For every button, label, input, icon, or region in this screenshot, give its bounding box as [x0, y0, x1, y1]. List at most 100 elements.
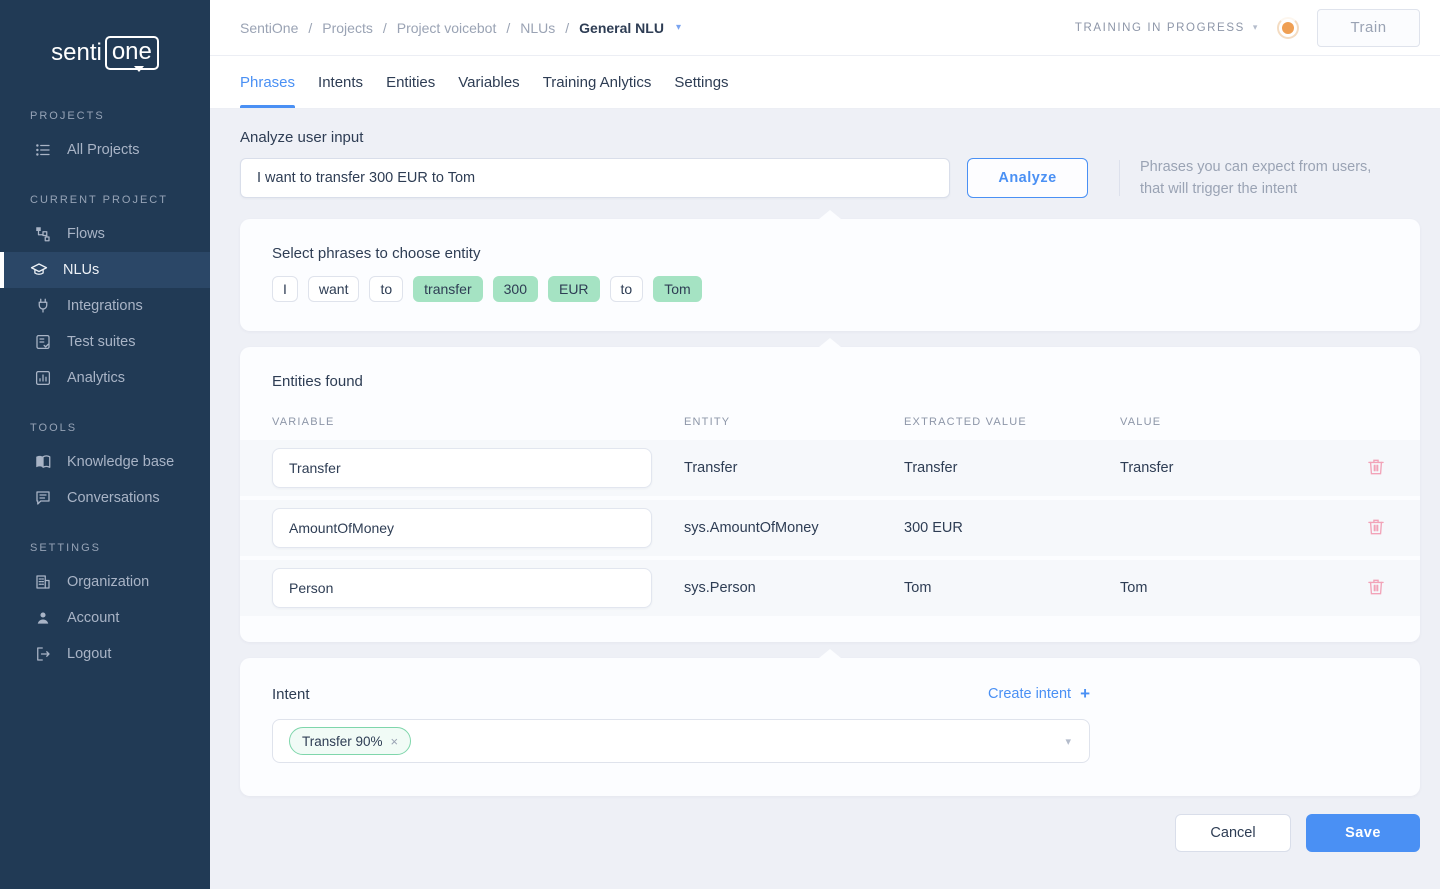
variable-name-input[interactable]: [272, 508, 652, 548]
sidebar-item-label: Conversations: [67, 490, 160, 506]
phrase-token-highlighted[interactable]: Tom: [653, 276, 701, 302]
value-cell: Tom: [1120, 580, 1356, 596]
entities-found-card: Entities found VARIABLE ENTITY EXTRACTED…: [240, 347, 1420, 642]
tab-phrases[interactable]: Phrases: [240, 56, 295, 108]
tab-settings[interactable]: Settings: [674, 56, 728, 108]
column-header-variable: VARIABLE: [272, 416, 684, 428]
chat-bubble-icon: [34, 489, 52, 507]
top-bar: SentiOne / Projects / Project voicebot /…: [210, 0, 1440, 56]
sidebar-item-test-suites[interactable]: Test suites: [0, 324, 210, 360]
breadcrumb-sentione[interactable]: SentiOne: [240, 20, 298, 36]
phrase-token-highlighted[interactable]: EUR: [548, 276, 600, 302]
sidebar-item-flows[interactable]: Flows: [0, 216, 210, 252]
extracted-value-cell: Tom: [904, 580, 1120, 596]
select-phrases-card: Select phrases to choose entity I want t…: [240, 219, 1420, 331]
variable-name-input[interactable]: [272, 448, 652, 488]
chevron-down-icon: ▾: [1065, 735, 1071, 748]
create-intent-link[interactable]: Create intent +: [988, 684, 1090, 704]
analyze-user-input-label: Analyze user input: [240, 129, 1420, 146]
breadcrumb: SentiOne / Projects / Project voicebot /…: [240, 20, 681, 36]
table-row: sys.Person Tom Tom: [240, 560, 1420, 616]
breadcrumb-separator: /: [565, 20, 569, 36]
sidebar-item-account[interactable]: Account: [0, 600, 210, 636]
save-button[interactable]: Save: [1306, 814, 1420, 852]
remove-intent-icon[interactable]: ×: [391, 734, 399, 749]
sidebar-item-label: Flows: [67, 226, 105, 242]
value-cell: Transfer: [1120, 460, 1356, 476]
create-intent-label: Create intent: [988, 686, 1071, 702]
extracted-value-cell: 300 EUR: [904, 520, 1120, 536]
selected-intent-label: Transfer 90%: [302, 734, 383, 749]
graduation-cap-icon: [30, 261, 48, 279]
entity-cell: sys.Person: [684, 580, 904, 596]
sidebar-item-organization[interactable]: Organization: [0, 564, 210, 600]
vertical-divider: [1119, 160, 1120, 196]
training-status-dropdown[interactable]: TRAINING IN PROGRESS ▾: [1075, 22, 1259, 34]
sidebar-item-conversations[interactable]: Conversations: [0, 480, 210, 516]
main-area: SentiOne / Projects / Project voicebot /…: [210, 0, 1440, 889]
analyze-input[interactable]: [240, 158, 950, 198]
breadcrumb-separator: /: [383, 20, 387, 36]
phrase-token[interactable]: I: [272, 276, 298, 302]
tab-intents[interactable]: Intents: [318, 56, 363, 108]
phrase-token-highlighted[interactable]: 300: [493, 276, 538, 302]
sentione-logo: senti one: [51, 36, 159, 70]
analyze-button[interactable]: Analyze: [967, 158, 1088, 198]
sidebar-item-all-projects[interactable]: All Projects: [0, 132, 210, 168]
trash-icon: [1366, 457, 1386, 477]
checklist-icon: [34, 333, 52, 351]
sidebar-item-knowledge-base[interactable]: Knowledge base: [0, 444, 210, 480]
phrase-token[interactable]: want: [308, 276, 360, 302]
trash-icon: [1366, 517, 1386, 537]
sidebar-section-settings: SETTINGS: [0, 516, 210, 564]
breadcrumb-general-nlu[interactable]: General NLU: [579, 20, 664, 36]
entities-table-header: VARIABLE ENTITY EXTRACTED VALUE VALUE: [240, 404, 1420, 440]
sidebar-section-projects: PROJECTS: [0, 84, 210, 132]
breadcrumb-nlus[interactable]: NLUs: [520, 20, 555, 36]
chevron-down-icon[interactable]: ▾: [676, 22, 681, 33]
entity-cell: Transfer: [684, 460, 904, 476]
sidebar-item-label: Analytics: [67, 370, 125, 386]
column-header-extracted-value: EXTRACTED VALUE: [904, 416, 1120, 428]
delete-row-button[interactable]: [1363, 515, 1389, 541]
sidebar-item-analytics[interactable]: Analytics: [0, 360, 210, 396]
delete-row-button[interactable]: [1363, 455, 1389, 481]
intent-card: Intent Create intent + Transfer 90% × ▾: [240, 658, 1420, 796]
phrase-token-highlighted[interactable]: transfer: [413, 276, 482, 302]
analyze-helper-text: Phrases you can expect from users, that …: [1140, 156, 1371, 200]
sidebar-item-label: Integrations: [67, 298, 143, 314]
tab-entities[interactable]: Entities: [386, 56, 435, 108]
flow-nodes-icon: [34, 225, 52, 243]
tab-bar: Phrases Intents Entities Variables Train…: [210, 56, 1440, 109]
book-icon: [34, 453, 52, 471]
user-icon: [34, 609, 52, 627]
tab-training-analytics[interactable]: Training Anlytics: [543, 56, 652, 108]
sidebar-item-label: Organization: [67, 574, 149, 590]
cancel-button[interactable]: Cancel: [1175, 814, 1291, 852]
sidebar-item-nlus[interactable]: NLUs: [0, 252, 210, 288]
delete-row-button[interactable]: [1363, 575, 1389, 601]
plug-icon: [34, 297, 52, 315]
sidebar-item-label: NLUs: [63, 262, 99, 278]
table-row: sys.AmountOfMoney 300 EUR: [240, 500, 1420, 556]
tab-variables[interactable]: Variables: [458, 56, 519, 108]
sidebar-item-integrations[interactable]: Integrations: [0, 288, 210, 324]
breadcrumb-projects[interactable]: Projects: [322, 20, 373, 36]
breadcrumb-project-voicebot[interactable]: Project voicebot: [397, 20, 497, 36]
logout-icon: [34, 645, 52, 663]
intent-header: Intent Create intent +: [272, 684, 1090, 704]
phrase-token[interactable]: to: [610, 276, 644, 302]
sidebar-section-current-project: CURRENT PROJECT: [0, 168, 210, 216]
column-header-entity: ENTITY: [684, 416, 904, 428]
content: Analyze user input Analyze Phrases you c…: [210, 109, 1440, 889]
sidebar-item-label: Knowledge base: [67, 454, 174, 470]
select-phrases-title: Select phrases to choose entity: [272, 245, 1388, 262]
sidebar-item-logout[interactable]: Logout: [0, 636, 210, 672]
entities-found-title: Entities found: [240, 373, 1420, 390]
phrase-token[interactable]: to: [369, 276, 403, 302]
train-button[interactable]: Train: [1317, 9, 1420, 47]
intent-select[interactable]: Transfer 90% × ▾: [272, 719, 1090, 763]
app-root: senti one PROJECTS All Projects CURRENT …: [0, 0, 1440, 889]
entity-cell: sys.AmountOfMoney: [684, 520, 904, 536]
variable-name-input[interactable]: [272, 568, 652, 608]
